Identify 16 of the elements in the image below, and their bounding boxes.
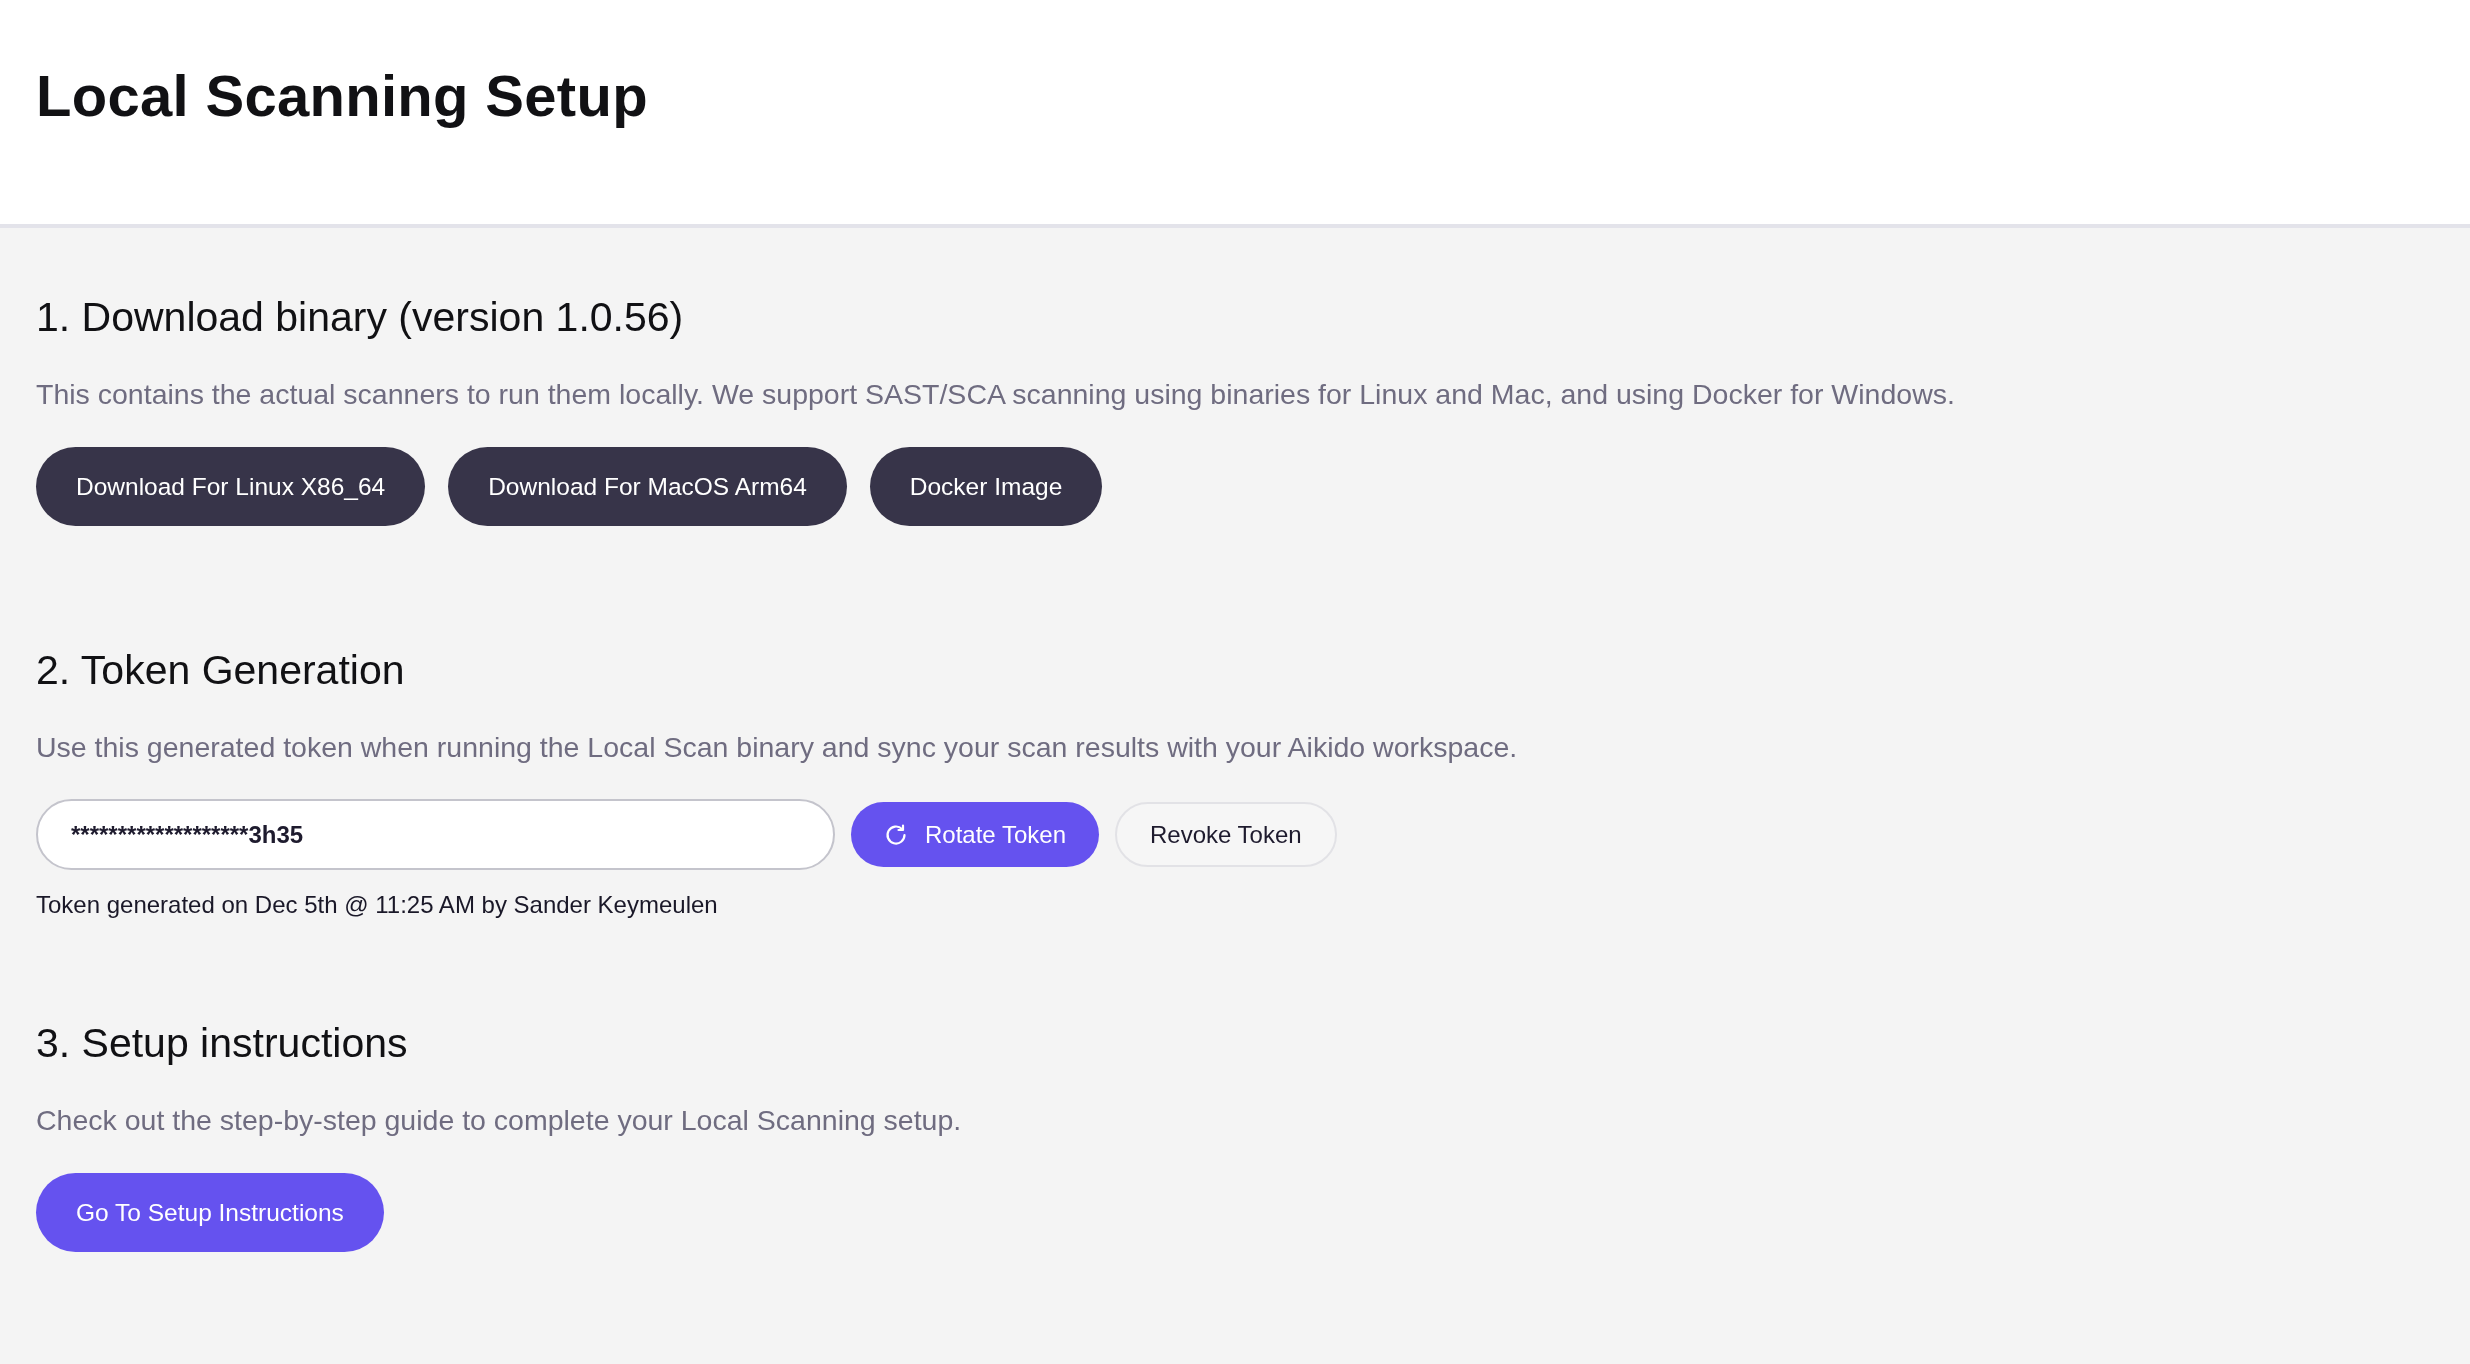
section-heading: 2. Token Generation: [36, 646, 405, 695]
rotate-token-button[interactable]: Rotate Token: [851, 802, 1099, 867]
section-heading: 3. Setup instructions: [36, 1019, 408, 1068]
page-title: Local Scanning Setup: [36, 62, 648, 130]
download-button[interactable]: Docker Image: [869, 447, 1103, 526]
download-button[interactable]: Download For MacOS Arm64: [448, 447, 847, 526]
token-field[interactable]: *******************3h35: [36, 799, 835, 870]
download-button[interactable]: Download For Linux X86_64: [36, 447, 426, 526]
setup-instructions-button[interactable]: Go To Setup Instructions: [36, 1173, 384, 1252]
section-heading: 1. Download binary (version 1.0.56): [36, 293, 684, 342]
revoke-token-button[interactable]: Revoke Token: [1115, 802, 1337, 867]
section-description: Use this generated token when running the Local Scan binary and sync your scan results with your Aikido workspace.: [36, 730, 1518, 765]
rotate-icon: [884, 822, 908, 847]
token-note: Token generated on Dec 5th @ 11:25 AM by Sander Keymeulen: [36, 890, 718, 920]
section-description: This contains the actual scanners to run them locally. We support SAST/SCA scanning using binaries for Linux and Mac, and using Docker for Windows.: [36, 377, 1955, 412]
section-description: Check out the step-by-step guide to complete your Local Scanning setup.: [36, 1103, 962, 1138]
